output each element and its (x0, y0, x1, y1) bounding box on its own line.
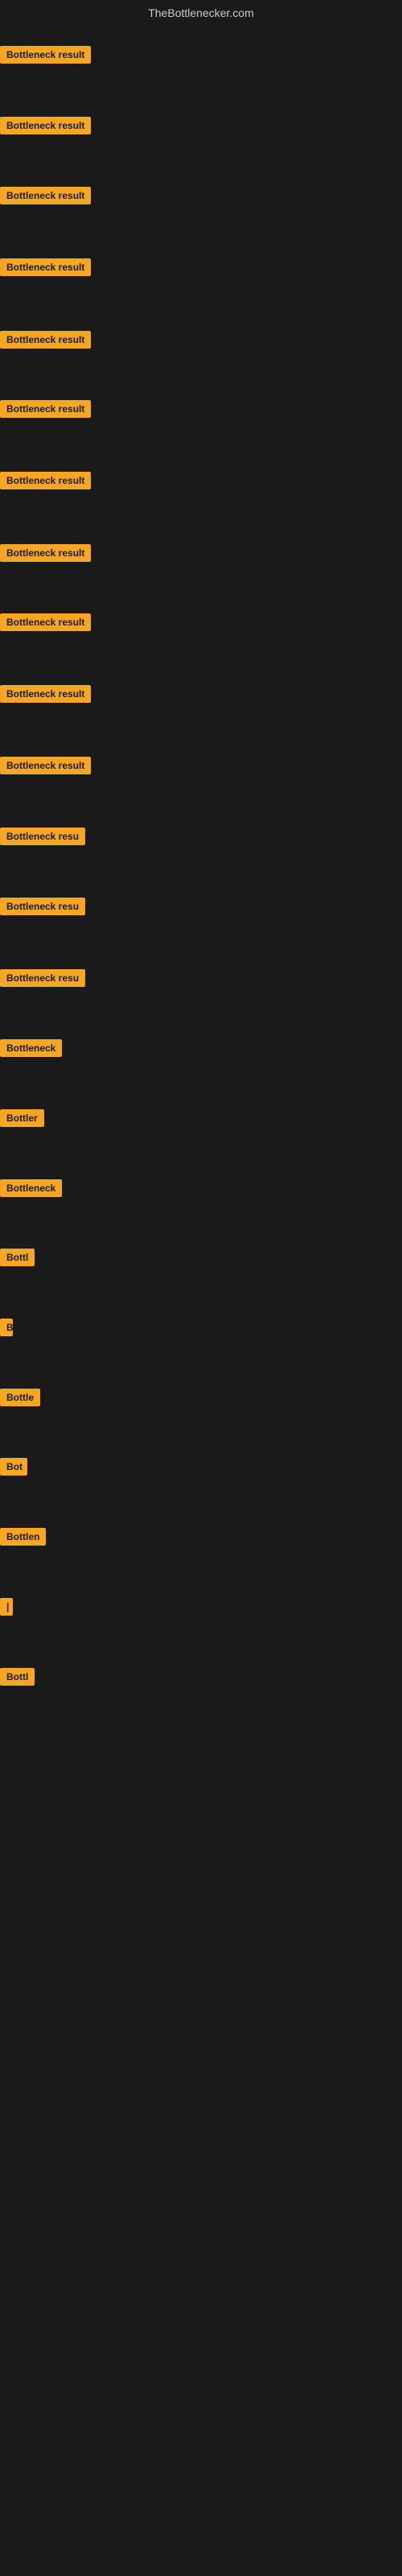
bottleneck-item-21: Bottlen (0, 1528, 46, 1550)
bottleneck-badge-22[interactable]: | (0, 1598, 13, 1616)
bottleneck-badge-21[interactable]: Bottlen (0, 1528, 46, 1546)
bottleneck-item-22: | (0, 1598, 13, 1620)
bottleneck-badge-20[interactable]: Bot (0, 1458, 27, 1476)
bottleneck-item-20: Bot (0, 1458, 27, 1480)
site-header: TheBottlenecker.com (0, 0, 402, 23)
bottleneck-item-13: Bottleneck resu (0, 969, 85, 991)
bottleneck-badge-18[interactable]: B (0, 1319, 13, 1336)
bottleneck-item-8: Bottleneck result (0, 613, 91, 635)
bottleneck-item-15: Bottler (0, 1109, 44, 1131)
bottleneck-item-1: Bottleneck result (0, 117, 91, 138)
bottleneck-item-0: Bottleneck result (0, 46, 91, 68)
bottleneck-badge-6[interactable]: Bottleneck result (0, 472, 91, 489)
bottleneck-badge-8[interactable]: Bottleneck result (0, 613, 91, 631)
bottleneck-badge-15[interactable]: Bottler (0, 1109, 44, 1127)
bottleneck-item-9: Bottleneck result (0, 685, 91, 707)
bottleneck-badge-17[interactable]: Bottl (0, 1249, 35, 1266)
bottleneck-badge-2[interactable]: Bottleneck result (0, 187, 91, 204)
bottleneck-item-3: Bottleneck result (0, 258, 91, 280)
bottleneck-badge-14[interactable]: Bottleneck (0, 1039, 62, 1057)
bottleneck-badge-0[interactable]: Bottleneck result (0, 46, 91, 64)
bottleneck-badge-23[interactable]: Bottl (0, 1668, 35, 1686)
site-title: TheBottlenecker.com (148, 6, 254, 19)
bottleneck-badge-10[interactable]: Bottleneck result (0, 757, 91, 774)
bottleneck-item-23: Bottl (0, 1668, 35, 1690)
bottleneck-item-5: Bottleneck result (0, 400, 91, 422)
bottleneck-badge-1[interactable]: Bottleneck result (0, 117, 91, 134)
bottleneck-badge-19[interactable]: Bottle (0, 1389, 40, 1406)
bottleneck-item-2: Bottleneck result (0, 187, 91, 208)
bottleneck-badge-12[interactable]: Bottleneck resu (0, 898, 85, 915)
bottleneck-item-4: Bottleneck result (0, 331, 91, 353)
bottleneck-item-7: Bottleneck result (0, 544, 91, 566)
bottleneck-badge-7[interactable]: Bottleneck result (0, 544, 91, 562)
bottleneck-item-12: Bottleneck resu (0, 898, 85, 919)
bottleneck-item-19: Bottle (0, 1389, 40, 1410)
bottleneck-item-11: Bottleneck resu (0, 828, 85, 849)
bottleneck-item-17: Bottl (0, 1249, 35, 1270)
bottleneck-badge-11[interactable]: Bottleneck resu (0, 828, 85, 845)
bottleneck-badge-4[interactable]: Bottleneck result (0, 331, 91, 349)
bottleneck-item-6: Bottleneck result (0, 472, 91, 493)
bottleneck-badge-5[interactable]: Bottleneck result (0, 400, 91, 418)
bottleneck-badge-16[interactable]: Bottleneck (0, 1179, 62, 1197)
bottleneck-item-16: Bottleneck (0, 1179, 62, 1201)
bottleneck-badge-13[interactable]: Bottleneck resu (0, 969, 85, 987)
bottleneck-item-10: Bottleneck result (0, 757, 91, 778)
bottleneck-badge-9[interactable]: Bottleneck result (0, 685, 91, 703)
bottleneck-item-14: Bottleneck (0, 1039, 62, 1061)
bottleneck-badge-3[interactable]: Bottleneck result (0, 258, 91, 276)
bottleneck-item-18: B (0, 1319, 13, 1340)
